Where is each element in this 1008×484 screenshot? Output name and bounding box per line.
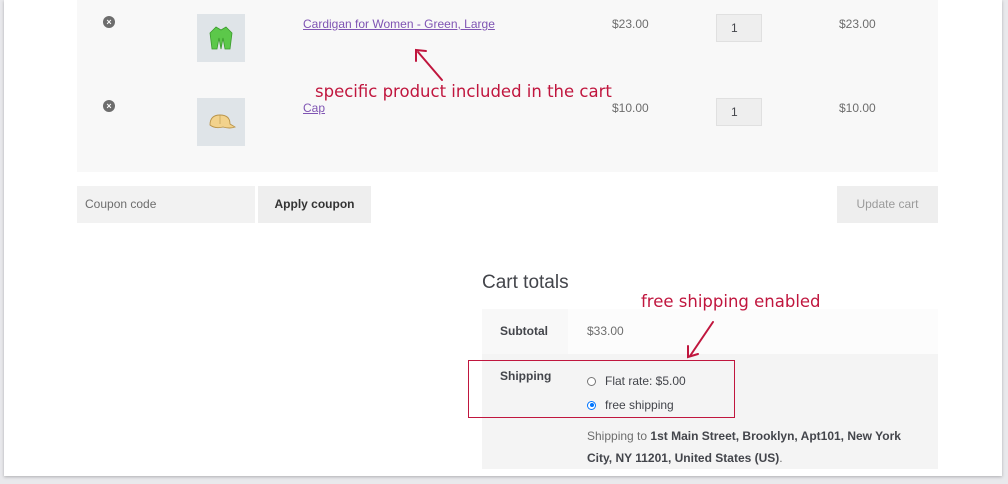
product-arrow-icon [415, 48, 443, 81]
shipping-arrow-icon [687, 321, 714, 359]
annotation-arrows [415, 48, 714, 359]
